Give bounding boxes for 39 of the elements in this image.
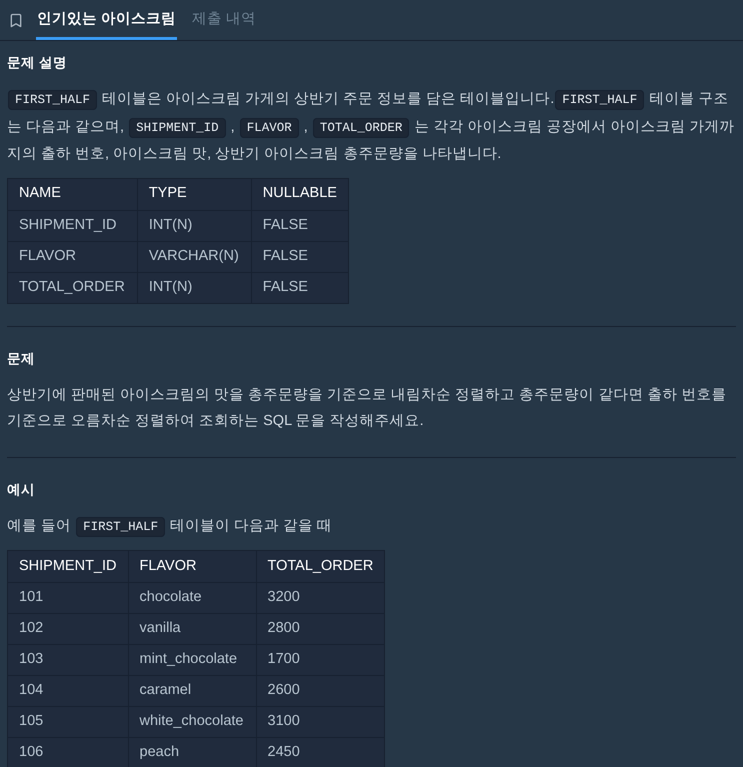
section-heading: 문제: [7, 350, 36, 368]
section-heading: 문제 설명: [7, 54, 68, 72]
column-header: SHIPMENT_ID: [8, 550, 128, 582]
table-cell: INT(N): [137, 272, 252, 303]
column-header: FLAVOR: [128, 550, 256, 582]
table-cell: INT(N): [137, 210, 252, 241]
table-cell: caramel: [128, 676, 256, 706]
column-header: TYPE: [137, 178, 252, 210]
table-cell: 103: [8, 644, 128, 676]
table-cell: FALSE: [251, 210, 348, 241]
table-cell: FLAVOR: [8, 241, 138, 272]
column-header: NAME: [8, 178, 138, 210]
table-cell: 2600: [256, 676, 385, 706]
table-cell: 3100: [256, 706, 385, 738]
table-cell: 2800: [256, 614, 385, 644]
table-cell: 102: [8, 614, 128, 644]
paragraph: FIRST_HALF 테이블은 아이스크림 가게의 상반기 주문 정보를 담은 테이블입니다. FIRST_HALF 테이블 구조는 다음과 같으며, SHIPMENT_ID , FLAVOR , TOTAL_ORDER 는 각각 아이스크림 공장에서 아이스크림 가게까지의 출하 번호, 아이스크림 맛, 상반기 아이스크림 총주문량을 나타냅니다.: [7, 89, 736, 164]
table-cell: 104: [8, 676, 128, 706]
table-cell: white_chocolate: [128, 706, 256, 738]
paragraph: 상반기에 판매된 아이스크림의 맛을 총주문량을 기준으로 내림차순 정렬하고 총주문량이 같다면 출하 번호를 기준으로 오름차순 정렬하여 조회하는 SQL 문을 작성해주세요.: [7, 386, 728, 431]
tab[interactable]: 인기있는 아이스크림: [36, 0, 178, 40]
paragraph: 예를 들어 FIRST_HALF 테이블이 다음과 같을 때: [7, 512, 736, 540]
table-cell: 105: [8, 706, 128, 738]
table-cell: chocolate: [128, 582, 256, 614]
table-cell: vanilla: [128, 614, 256, 644]
table-cell: 3200: [256, 582, 385, 614]
table-cell: SHIPMENT_ID: [8, 210, 138, 241]
table-cell: FALSE: [251, 241, 348, 272]
column-header: NULLABLE: [251, 178, 348, 210]
table-cell: TOTAL_ORDER: [8, 272, 138, 303]
bookmark-icon[interactable]: [8, 12, 24, 28]
table-cell: mint_chocolate: [128, 644, 256, 676]
table-cell: 1700: [256, 644, 385, 676]
table-cell: 106: [8, 738, 128, 767]
table-cell: VARCHAR(N): [137, 241, 252, 272]
section-heading: 예시: [7, 480, 36, 498]
table-cell: 101: [8, 582, 128, 614]
column-header: TOTAL_ORDER: [256, 550, 385, 582]
table-cell: FALSE: [251, 272, 348, 303]
